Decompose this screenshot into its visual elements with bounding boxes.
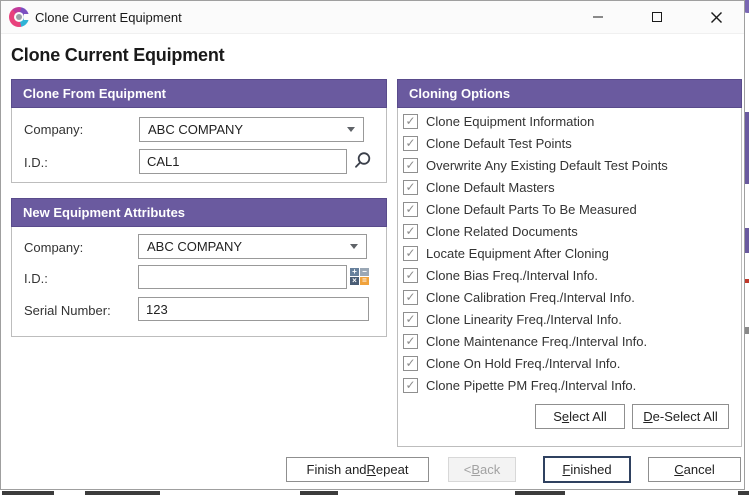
clone-from-company-value: ABC COMPANY — [148, 122, 243, 137]
checkbox[interactable] — [403, 378, 418, 393]
cloning-option-row[interactable]: Clone Related Documents — [398, 220, 741, 242]
new-id-label: I.D.: — [24, 271, 48, 286]
background-text-fragment — [300, 491, 338, 495]
clone-from-equipment-group: Clone From Equipment Company: ABC COMPAN… — [11, 79, 387, 183]
cloning-options-header: Cloning Options — [397, 79, 742, 108]
cloning-option-row[interactable]: Clone Maintenance Freq./Interval Info. — [398, 330, 741, 352]
option-label: Clone Maintenance Freq./Interval Info. — [426, 334, 647, 349]
close-button[interactable] — [693, 1, 739, 33]
calc-equals-icon: = — [360, 277, 369, 285]
option-label: Clone Default Parts To Be Measured — [426, 202, 637, 217]
checkbox[interactable] — [403, 356, 418, 371]
option-label: Locate Equipment After Cloning — [426, 246, 609, 261]
search-icon[interactable] — [353, 151, 372, 175]
option-label: Clone Pipette PM Freq./Interval Info. — [426, 378, 636, 393]
finished-button[interactable]: Finished — [543, 456, 631, 483]
cloning-option-row[interactable]: Clone Pipette PM Freq./Interval Info. — [398, 374, 741, 396]
deselect-all-button[interactable]: De-Select All — [632, 404, 729, 429]
checkbox[interactable] — [403, 114, 418, 129]
serial-number-input[interactable] — [138, 297, 369, 321]
cloning-option-row[interactable]: Clone Linearity Freq./Interval Info. — [398, 308, 741, 330]
option-label: Clone Related Documents — [426, 224, 578, 239]
new-company-label: Company: — [24, 240, 83, 255]
option-label: Clone Default Test Points — [426, 136, 572, 151]
new-company-value: ABC COMPANY — [147, 239, 242, 254]
new-equipment-attributes-group: New Equipment Attributes Company: ABC CO… — [11, 198, 387, 337]
checkbox[interactable] — [403, 312, 418, 327]
minimize-icon — [592, 11, 604, 23]
maximize-button[interactable] — [634, 1, 680, 33]
clone-from-equipment-header: Clone From Equipment — [11, 79, 387, 108]
background-text-fragment — [85, 491, 160, 495]
checkbox[interactable] — [403, 268, 418, 283]
background-text-fragment — [515, 491, 565, 495]
cloning-options-list: Clone Equipment Information Clone Defaul… — [398, 110, 741, 396]
checkbox[interactable] — [403, 136, 418, 151]
auto-number-calculator-icon[interactable]: + − × = — [350, 268, 369, 286]
option-label: Clone Calibration Freq./Interval Info. — [426, 290, 635, 305]
close-icon — [710, 11, 723, 24]
clone-from-id-input[interactable] — [139, 149, 347, 174]
maximize-icon — [651, 11, 663, 23]
cloning-option-row[interactable]: Locate Equipment After Cloning — [398, 242, 741, 264]
option-label: Clone Default Masters — [426, 180, 555, 195]
back-button[interactable]: < Back — [448, 457, 516, 482]
cloning-option-row[interactable]: Clone Default Masters — [398, 176, 741, 198]
option-label: Overwrite Any Existing Default Test Poin… — [426, 158, 668, 173]
checkbox[interactable] — [403, 334, 418, 349]
new-id-input[interactable] — [138, 265, 347, 289]
calc-multiply-icon: × — [350, 277, 359, 285]
checkbox[interactable] — [403, 202, 418, 217]
checkbox[interactable] — [403, 246, 418, 261]
background-text-fragment — [2, 491, 54, 495]
cloning-options-group: Cloning Options Clone Equipment Informat… — [397, 79, 742, 447]
cloning-option-row[interactable]: Clone Equipment Information — [398, 110, 741, 132]
new-equipment-attributes-header: New Equipment Attributes — [11, 198, 387, 227]
clone-from-id-label: I.D.: — [24, 155, 48, 170]
app-logo-icon — [9, 7, 29, 27]
title-bar: Clone Current Equipment — [1, 1, 744, 34]
background-window-fragment — [745, 279, 749, 283]
option-label: Clone Equipment Information — [426, 114, 594, 129]
background-window-fragment — [745, 327, 749, 334]
checkbox[interactable] — [403, 158, 418, 173]
background-window-fragment — [745, 228, 749, 253]
clone-current-equipment-dialog: Clone Current Equipment Clone Current Eq… — [0, 0, 745, 490]
calc-minus-icon: − — [360, 268, 369, 276]
checkbox[interactable] — [403, 290, 418, 305]
option-label: Clone Bias Freq./Interval Info. — [426, 268, 598, 283]
option-label: Clone Linearity Freq./Interval Info. — [426, 312, 622, 327]
option-label: Clone On Hold Freq./Interval Info. — [426, 356, 620, 371]
chevron-down-icon — [350, 244, 358, 253]
cloning-option-row[interactable]: Clone Bias Freq./Interval Info. — [398, 264, 741, 286]
chevron-down-icon — [347, 127, 355, 136]
serial-number-label: Serial Number: — [24, 303, 111, 318]
checkbox[interactable] — [403, 180, 418, 195]
cloning-option-row[interactable]: Overwrite Any Existing Default Test Poin… — [398, 154, 741, 176]
select-all-button[interactable]: Select All — [535, 404, 625, 429]
cloning-option-row[interactable]: Clone Default Test Points — [398, 132, 741, 154]
page-title: Clone Current Equipment — [11, 45, 224, 66]
new-company-dropdown[interactable]: ABC COMPANY — [138, 234, 367, 259]
minimize-button[interactable] — [575, 1, 621, 33]
clone-from-company-label: Company: — [24, 122, 83, 137]
cloning-option-row[interactable]: Clone Default Parts To Be Measured — [398, 198, 741, 220]
calc-plus-icon: + — [350, 268, 359, 276]
clone-from-company-dropdown[interactable]: ABC COMPANY — [139, 117, 364, 142]
cloning-option-row[interactable]: Clone On Hold Freq./Interval Info. — [398, 352, 741, 374]
finish-and-repeat-button[interactable]: Finish and Repeat — [286, 457, 429, 482]
checkbox[interactable] — [403, 224, 418, 239]
cancel-button[interactable]: Cancel — [648, 457, 741, 482]
cloning-option-row[interactable]: Clone Calibration Freq./Interval Info. — [398, 286, 741, 308]
background-window-fragment — [745, 112, 749, 184]
background-text-fragment — [738, 491, 749, 495]
window-title: Clone Current Equipment — [35, 1, 182, 33]
